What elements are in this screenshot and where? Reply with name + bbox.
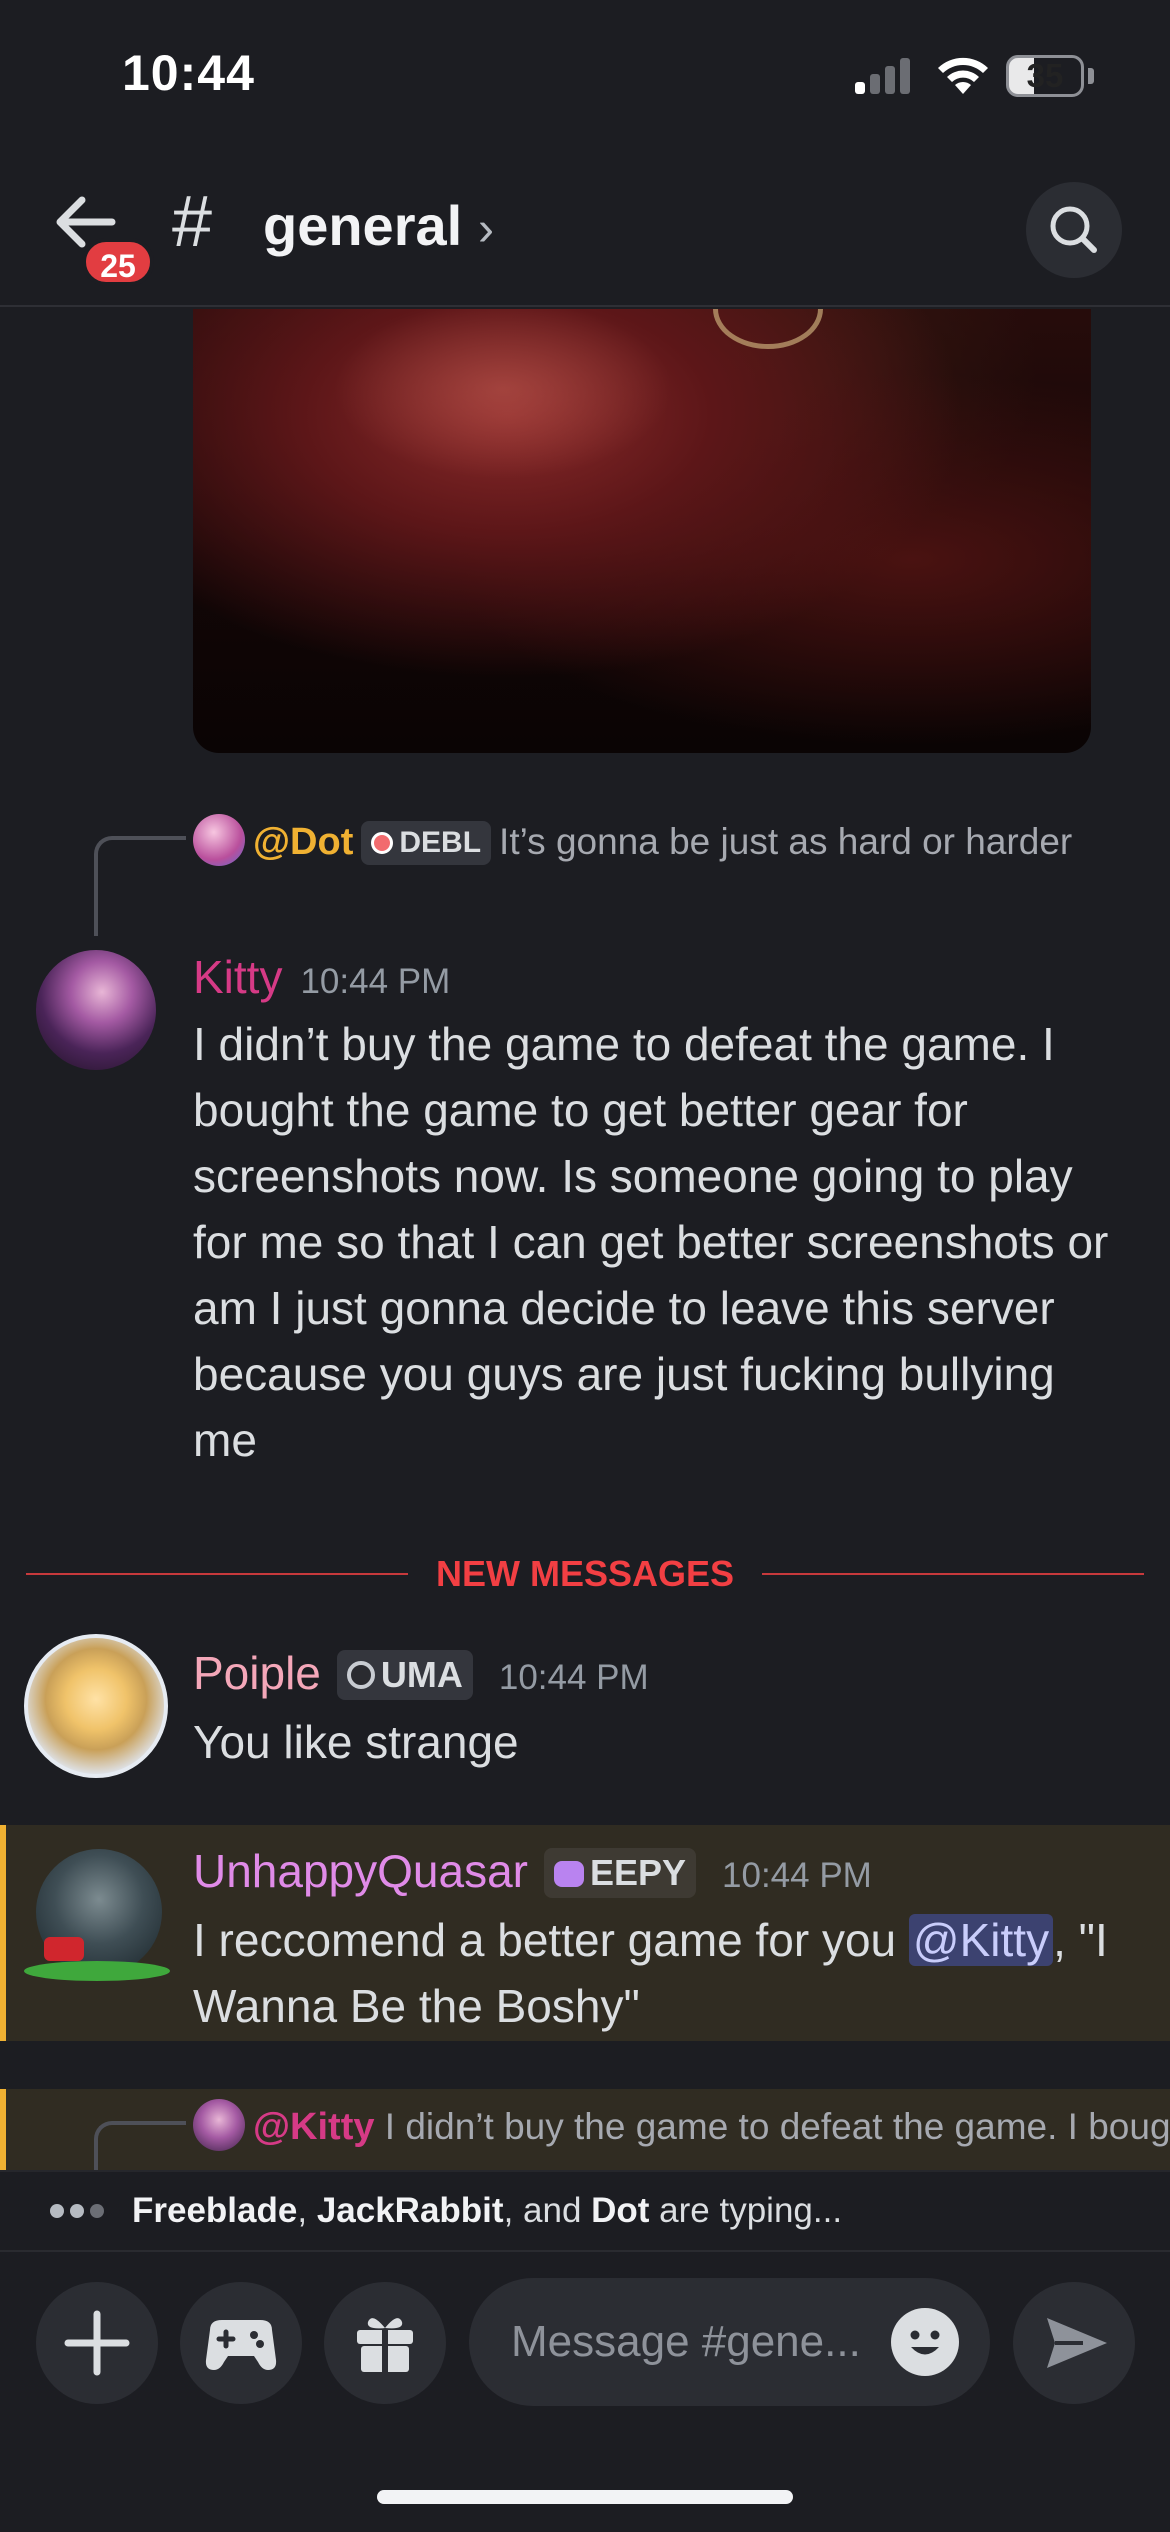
cellular-signal-icon xyxy=(855,58,915,94)
author-name[interactable]: Poiple xyxy=(193,1647,321,1699)
guild-tag: DEBL xyxy=(361,821,492,865)
search-button[interactable] xyxy=(1026,182,1122,278)
message-author[interactable]: Poiple UMA 10:44 PM xyxy=(193,1645,649,1706)
attachment-image[interactable] xyxy=(193,309,1091,753)
battery-icon: 35 xyxy=(1006,55,1084,97)
typing-indicator: Freeblade, JackRabbit, and Dot are typin… xyxy=(0,2170,1170,2250)
reply-mention: @Dot xyxy=(253,821,354,863)
message-list[interactable]: @Dot DEBL It’s gonna be just as hard or ha… xyxy=(0,309,1170,2170)
message-text: You like strange xyxy=(193,1716,519,1768)
channel-name[interactable]: general xyxy=(263,192,462,260)
chevron-right-icon[interactable]: › xyxy=(478,202,494,258)
reply-text: It’s gonna be just as hard or harder xyxy=(499,821,1073,862)
reply-preview[interactable]: @Dot DEBL It’s gonna be just as hard or ha… xyxy=(193,814,1073,869)
typing-dots-icon xyxy=(50,2204,110,2223)
add-attachment-button[interactable] xyxy=(36,2282,158,2404)
send-button[interactable] xyxy=(1013,2282,1135,2404)
reply-connector xyxy=(94,836,186,936)
smiley-face-icon xyxy=(910,2330,940,2355)
user-mention[interactable]: @Kitty xyxy=(908,1914,1054,1966)
gift-icon xyxy=(357,2318,413,2374)
tag-icon xyxy=(346,1661,375,1689)
reply-connector xyxy=(94,2121,186,2170)
avatar-poiple[interactable] xyxy=(24,1634,168,1778)
channel-hash-icon: # xyxy=(172,182,213,262)
message-input[interactable]: Message #gene... xyxy=(469,2278,990,2406)
new-messages-divider: NEW MESSAGES xyxy=(26,1549,1144,1599)
new-messages-label: NEW MESSAGES xyxy=(26,1549,1144,1599)
battery-level: 35 xyxy=(1026,57,1064,94)
author-name[interactable]: Kitty xyxy=(193,951,282,1003)
image-highlight xyxy=(333,309,673,479)
avatar-decoration xyxy=(24,1961,170,1981)
guild-tag-label: DEBL xyxy=(399,826,482,859)
activities-button[interactable] xyxy=(180,2282,302,2404)
status-time: 10:44 xyxy=(122,45,255,101)
author-name[interactable]: UnhappyQuasar xyxy=(193,1845,528,1897)
message-text-part: I reccomend a better game for you xyxy=(193,1914,909,1966)
message-text: I didn’t buy the game to defeat the game… xyxy=(193,1018,1109,1466)
reply-avatar-kitty xyxy=(193,2099,245,2151)
reply-text: I didn’t buy the game to defeat the game… xyxy=(384,2106,1170,2147)
message-author[interactable]: UnhappyQuasar EEPY 10:44 PM xyxy=(193,1843,872,1904)
guild-tag: EEPY xyxy=(543,1848,697,1898)
plus-icon xyxy=(64,2310,130,2376)
typing-text: Freeblade, JackRabbit, and Dot are typin… xyxy=(132,2191,843,2230)
gift-button[interactable] xyxy=(324,2282,446,2404)
message-text: I reccomend a better game for you @Kitty… xyxy=(193,1907,1123,2039)
send-icon xyxy=(1047,2318,1107,2368)
status-bar: 10:44 35 xyxy=(0,0,1170,150)
message-timestamp: 10:44 PM xyxy=(498,1658,649,1697)
wifi-icon xyxy=(938,57,988,94)
avatar-decoration-cart xyxy=(44,1937,84,1961)
battery-tip xyxy=(1088,68,1094,84)
home-indicator xyxy=(377,2490,793,2504)
message-placeholder: Message #gene... xyxy=(511,2317,861,2366)
heart-icon xyxy=(553,1861,584,1887)
avatar-kitty[interactable] xyxy=(36,950,156,1070)
message-timestamp: 10:44 PM xyxy=(722,1856,872,1895)
guild-tag-label: UMA xyxy=(380,1654,463,1695)
reply-mention: @Kitty xyxy=(253,2106,375,2148)
image-emblem xyxy=(713,309,823,349)
emoji-icon[interactable] xyxy=(891,2308,959,2376)
reply-preview[interactable]: @Kitty I didn’t buy the game to defeat t… xyxy=(193,2099,1170,2154)
gamepad-icon xyxy=(205,2320,277,2370)
message-timestamp: 10:44 PM xyxy=(300,962,451,1001)
message-author[interactable]: Kitty 10:44 PM xyxy=(193,949,450,1010)
reply-avatar-dot xyxy=(193,814,245,866)
unread-badge: 25 xyxy=(82,238,154,286)
message-composer: Message #gene... xyxy=(0,2250,1170,2532)
tag-icon xyxy=(371,832,394,854)
guild-tag-label: EEPY xyxy=(589,1852,687,1893)
channel-header: 25 # general › xyxy=(0,150,1170,307)
guild-tag: UMA xyxy=(336,1650,473,1700)
search-icon xyxy=(1050,206,1097,253)
